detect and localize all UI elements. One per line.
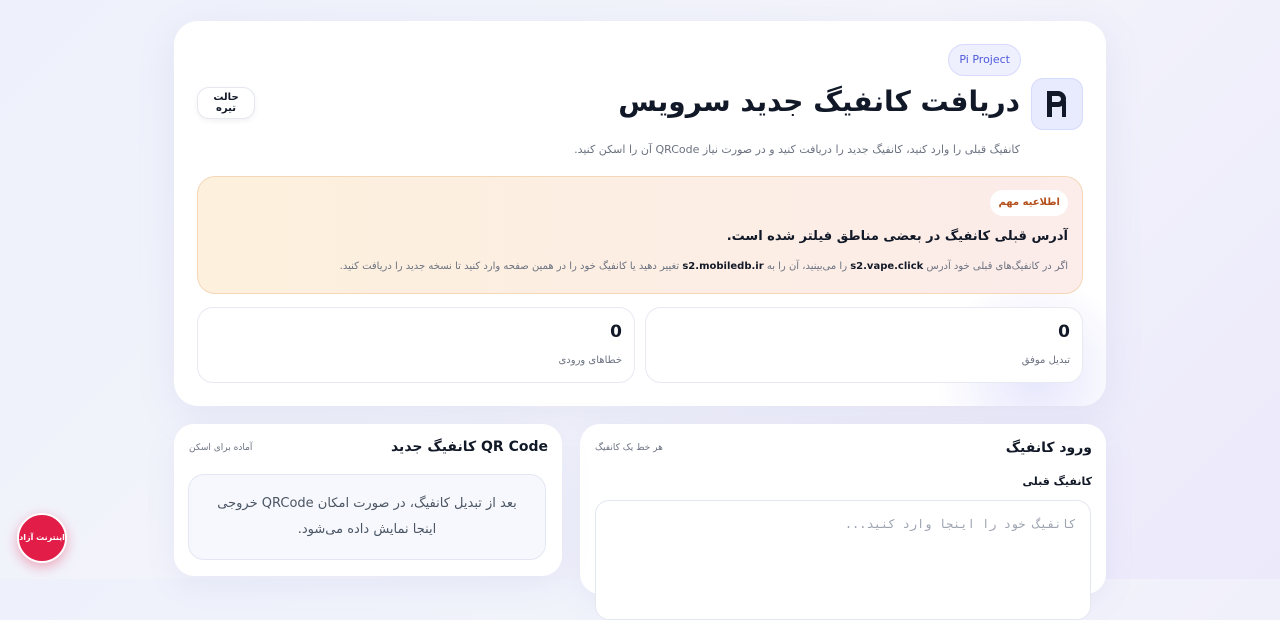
input-card-title: ورود کانفیگ (1005, 440, 1092, 456)
notice-text-1: اگر در کانفیگ‌های قبلی خود آدرس (926, 261, 1068, 272)
important-notice: اطلاعیه مهم آدرس قبلی کانفیگ در بعضی منا… (197, 176, 1083, 294)
pi-logo-icon (1031, 78, 1083, 130)
qr-card: QR Code کانفیگ جدید آماده برای اسکن بعد … (174, 424, 562, 576)
project-badge: Pi Project (948, 44, 1021, 76)
old-config-label: کانفیگ قبلی (1022, 475, 1092, 488)
stat-errors: 0 خطاهای ورودی (197, 307, 635, 383)
dark-mode-button[interactable]: حالت تیره (197, 87, 255, 119)
stat-success: 0 تبدیل موفق (645, 307, 1083, 383)
notice-body: اگر در کانفیگ‌های قبلی خود آدرس s2.vape.… (340, 261, 1068, 272)
new-address: s2.mobiledb.ir (682, 261, 764, 272)
stat-errors-value: 0 (610, 322, 622, 342)
notice-title: آدرس قبلی کانفیگ در بعضی مناطق فیلتر شده… (726, 229, 1068, 244)
page-subtitle: کانفیگ قبلی را وارد کنید، کانفیگ جدید را… (574, 143, 1020, 156)
qr-status: آماده برای اسکن (189, 443, 253, 453)
free-internet-badge[interactable]: اینترنت آزاد (17, 513, 67, 563)
old-address: s2.vape.click (850, 261, 924, 272)
input-card-hint: هر خط یک کانفیگ (595, 443, 663, 453)
qr-card-title: QR Code کانفیگ جدید (390, 439, 548, 455)
notice-text-2: را می‌بینید، آن را به (766, 261, 848, 272)
stat-success-value: 0 (1058, 322, 1070, 342)
notice-badge: اطلاعیه مهم (990, 190, 1068, 216)
stat-success-label: تبدیل موفق (1021, 355, 1070, 366)
qr-placeholder: بعد از تبدیل کانفیگ، در صورت امکان QRCod… (188, 474, 546, 560)
page-title: دریافت کانفیگ جدید سرویس (618, 85, 1020, 118)
old-config-input[interactable] (595, 500, 1091, 620)
hero-card: Pi Project دریافت کانفیگ جدید سرویس حالت… (174, 21, 1106, 406)
config-input-card: ورود کانفیگ هر خط یک کانفیگ کانفیگ قبلی (580, 424, 1106, 620)
notice-text-3: تغییر دهید یا کانفیگ خود را در همین صفحه… (339, 261, 680, 272)
stat-errors-label: خطاهای ورودی (558, 355, 622, 366)
